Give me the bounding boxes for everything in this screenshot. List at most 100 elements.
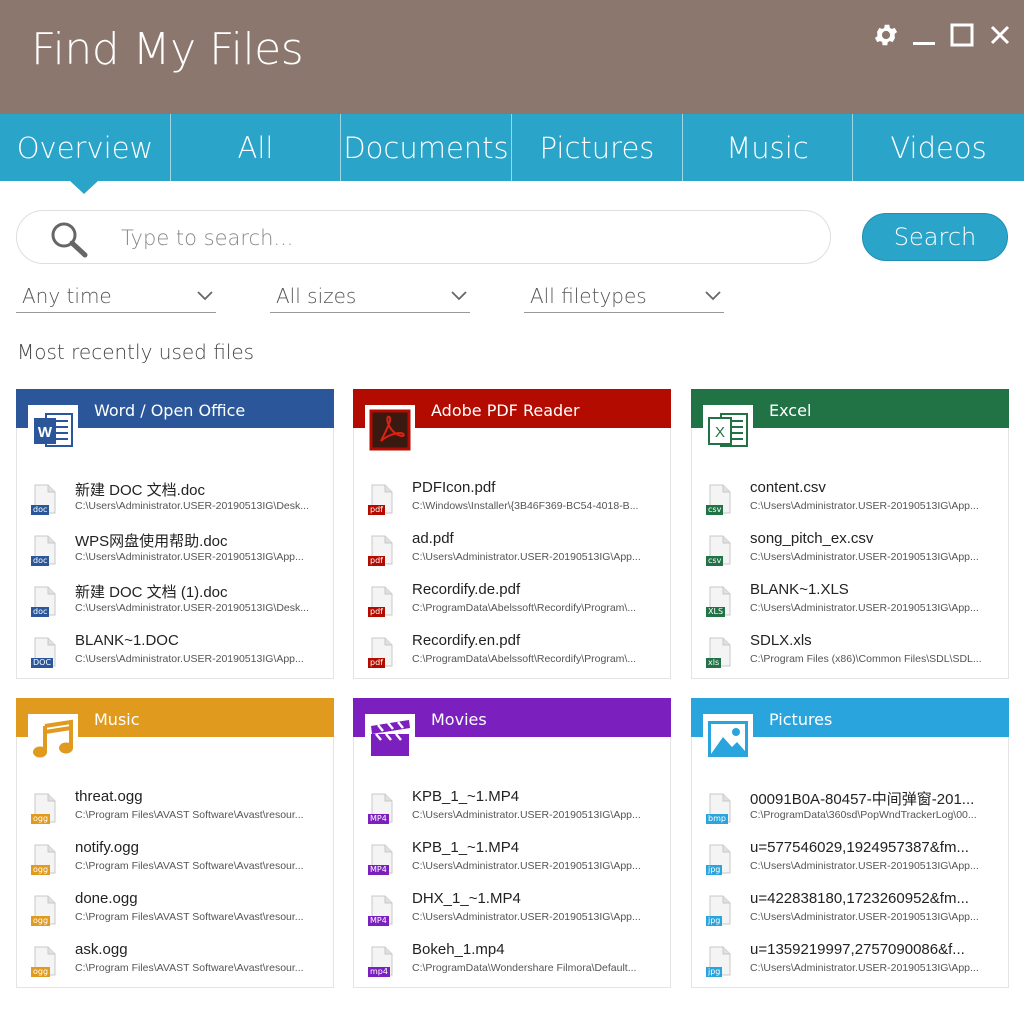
file-name: PDFIcon.pdf bbox=[412, 479, 496, 496]
app-title: Find My Files bbox=[31, 24, 304, 75]
file-ext-label: doc bbox=[31, 607, 50, 617]
word-icon: W bbox=[28, 405, 78, 455]
file-item[interactable]: ogg threat.ogg C:\Program Files\AVAST Soft… bbox=[17, 787, 333, 831]
tab-bar: Overview All Documents Pictures Music Videos bbox=[0, 114, 1024, 194]
file-group-card: Music ogg threat.ogg C:\Program Files\AVAST… bbox=[16, 698, 334, 988]
file-ext-label: jpg bbox=[706, 865, 723, 875]
settings-button[interactable] bbox=[872, 18, 900, 52]
file-ext-label: XLS bbox=[706, 607, 726, 617]
search-button[interactable]: Search bbox=[862, 213, 1008, 261]
file-name: KPB_1_~1.MP4 bbox=[412, 839, 520, 856]
maximize-button[interactable] bbox=[948, 18, 976, 52]
file-item[interactable]: MP4 KPB_1_~1.MP4 C:\Users\Administrator.US… bbox=[354, 838, 670, 882]
file-item[interactable]: csv song_pitch_ex.csv C:\Users\Administrat… bbox=[692, 529, 1008, 573]
file-item[interactable]: jpg u=1359219997,2757090086&f... C:\Users\… bbox=[692, 940, 1008, 984]
filetype-filter-dropdown[interactable]: All filetypes bbox=[524, 280, 724, 313]
file-name: u=1359219997,2757090086&f... bbox=[750, 941, 965, 958]
search-icon bbox=[51, 222, 88, 258]
file-item[interactable]: XLS BLANK~1.XLS C:\Users\Administrator.USE… bbox=[692, 580, 1008, 624]
minimize-icon bbox=[913, 42, 935, 45]
file-type-icon: jpg bbox=[706, 895, 732, 930]
file-path: C:\Users\Administrator.USER-20190513IG\A… bbox=[750, 500, 979, 512]
file-ext-label: pdf bbox=[368, 607, 385, 617]
file-item[interactable]: bmp 00091B0A-80457-中间弹窗-201... C:\ProgramD… bbox=[692, 787, 1008, 831]
file-item[interactable]: ogg notify.ogg C:\Program Files\AVAST Soft… bbox=[17, 838, 333, 882]
file-name: u=422838180,1723260952&fm... bbox=[750, 890, 969, 907]
file-ext-label: DOC bbox=[31, 658, 54, 668]
file-name: notify.ogg bbox=[75, 839, 139, 856]
chevron-down-icon bbox=[451, 291, 467, 301]
file-item[interactable]: pdf ad.pdf C:\Users\Administrator.USER-201… bbox=[354, 529, 670, 573]
card-title: Music bbox=[94, 710, 140, 729]
file-type-icon: MP4 bbox=[368, 895, 394, 930]
file-name: BLANK~1.XLS bbox=[750, 581, 849, 598]
file-item[interactable]: ogg ask.ogg C:\Program Files\AVAST Softwar… bbox=[17, 940, 333, 984]
tab-music[interactable]: Music bbox=[683, 114, 853, 181]
file-item[interactable]: xls SDLX.xls C:\Program Files (x86)\Common… bbox=[692, 631, 1008, 675]
file-path: C:\Users\Administrator.USER-20190513IG\A… bbox=[412, 860, 641, 872]
file-name: Bokeh_1.mp4 bbox=[412, 941, 505, 958]
tab-pictures[interactable]: Pictures bbox=[512, 114, 683, 181]
file-type-icon: doc bbox=[31, 484, 57, 519]
file-ext-label: MP4 bbox=[368, 814, 389, 824]
close-button[interactable] bbox=[986, 18, 1014, 52]
window-controls bbox=[872, 18, 1014, 52]
file-item[interactable]: pdf Recordify.de.pdf C:\ProgramData\Abelss… bbox=[354, 580, 670, 624]
gear-icon bbox=[874, 24, 898, 46]
close-icon bbox=[990, 25, 1010, 45]
file-type-icon: jpg bbox=[706, 844, 732, 879]
file-item[interactable]: mp4 Bokeh_1.mp4 C:\ProgramData\Wondershare… bbox=[354, 940, 670, 984]
file-ext-label: jpg bbox=[706, 967, 723, 977]
file-item[interactable]: doc WPS网盘使用帮助.doc C:\Users\Administrator.U… bbox=[17, 529, 333, 573]
file-item[interactable]: ogg done.ogg C:\Program Files\AVAST Softwa… bbox=[17, 889, 333, 933]
search-input[interactable] bbox=[121, 223, 801, 253]
title-bar: Find My Files bbox=[0, 0, 1024, 114]
file-item[interactable]: jpg u=422838180,1723260952&fm... C:\Users\… bbox=[692, 889, 1008, 933]
file-ext-label: doc bbox=[31, 505, 50, 515]
file-item[interactable]: jpg u=577546029,1924957387&fm... C:\Users\… bbox=[692, 838, 1008, 882]
minimize-button[interactable] bbox=[910, 18, 938, 52]
file-item[interactable]: doc 新建 DOC 文档 (1).doc C:\Users\Administrat… bbox=[17, 580, 333, 624]
file-name: ad.pdf bbox=[412, 530, 454, 547]
file-ext-label: csv bbox=[706, 556, 724, 566]
file-ext-label: MP4 bbox=[368, 865, 389, 875]
time-filter-dropdown[interactable]: Any time bbox=[16, 280, 216, 313]
file-name: Recordify.de.pdf bbox=[412, 581, 521, 598]
file-path: C:\ProgramData\Abelssoft\Recordify\Progr… bbox=[412, 653, 637, 665]
file-path: C:\Program Files\AVAST Software\Avast\re… bbox=[75, 809, 304, 821]
file-item[interactable]: DOC BLANK~1.DOC C:\Users\Administrator.USE… bbox=[17, 631, 333, 675]
picture-icon bbox=[703, 714, 753, 764]
file-group-card: Movies MP4 KPB_1_~1.MP4 C:\Users\Administra… bbox=[353, 698, 671, 988]
file-type-icon: csv bbox=[706, 535, 732, 570]
file-item[interactable]: MP4 KPB_1_~1.MP4 C:\Users\Administrator.US… bbox=[354, 787, 670, 831]
file-type-icon: ogg bbox=[31, 844, 57, 879]
file-name: WPS网盘使用帮助.doc bbox=[75, 533, 228, 550]
size-filter-dropdown[interactable]: All sizes bbox=[270, 280, 470, 313]
svg-text:X: X bbox=[715, 424, 725, 441]
file-item[interactable]: pdf PDFIcon.pdf C:\Windows\Installer\{3B46… bbox=[354, 478, 670, 522]
tab-all[interactable]: All bbox=[171, 114, 341, 181]
file-ext-label: xls bbox=[706, 658, 722, 668]
music-note-icon bbox=[28, 714, 78, 764]
file-name: 新建 DOC 文档.doc bbox=[75, 482, 206, 499]
file-item[interactable]: pdf Recordify.en.pdf C:\ProgramData\Abelss… bbox=[354, 631, 670, 675]
tab-documents[interactable]: Documents bbox=[341, 114, 512, 181]
file-item[interactable]: doc 新建 DOC 文档.doc C:\Users\Administrator.U… bbox=[17, 478, 333, 522]
file-item[interactable]: MP4 DHX_1_~1.MP4 C:\Users\Administrator.US… bbox=[354, 889, 670, 933]
file-path: C:\Program Files\AVAST Software\Avast\re… bbox=[75, 860, 304, 872]
file-ext-label: csv bbox=[706, 505, 724, 515]
tab-videos[interactable]: Videos bbox=[853, 114, 1024, 181]
card-title: Pictures bbox=[769, 710, 833, 729]
file-type-icon: XLS bbox=[706, 586, 732, 621]
file-ext-label: pdf bbox=[368, 505, 385, 515]
file-path: C:\Users\Administrator.USER-20190513IG\A… bbox=[750, 962, 979, 974]
tab-overview[interactable]: Overview bbox=[0, 114, 171, 194]
file-type-icon: pdf bbox=[368, 484, 394, 519]
file-item[interactable]: csv content.csv C:\Users\Administrator.USE… bbox=[692, 478, 1008, 522]
file-path: C:\Users\Administrator.USER-20190513IG\A… bbox=[750, 602, 979, 614]
file-type-icon: bmp bbox=[706, 793, 732, 828]
file-type-icon: MP4 bbox=[368, 793, 394, 828]
file-ext-label: bmp bbox=[706, 814, 728, 824]
card-title: Word / Open Office bbox=[94, 401, 246, 420]
file-type-icon: csv bbox=[706, 484, 732, 519]
